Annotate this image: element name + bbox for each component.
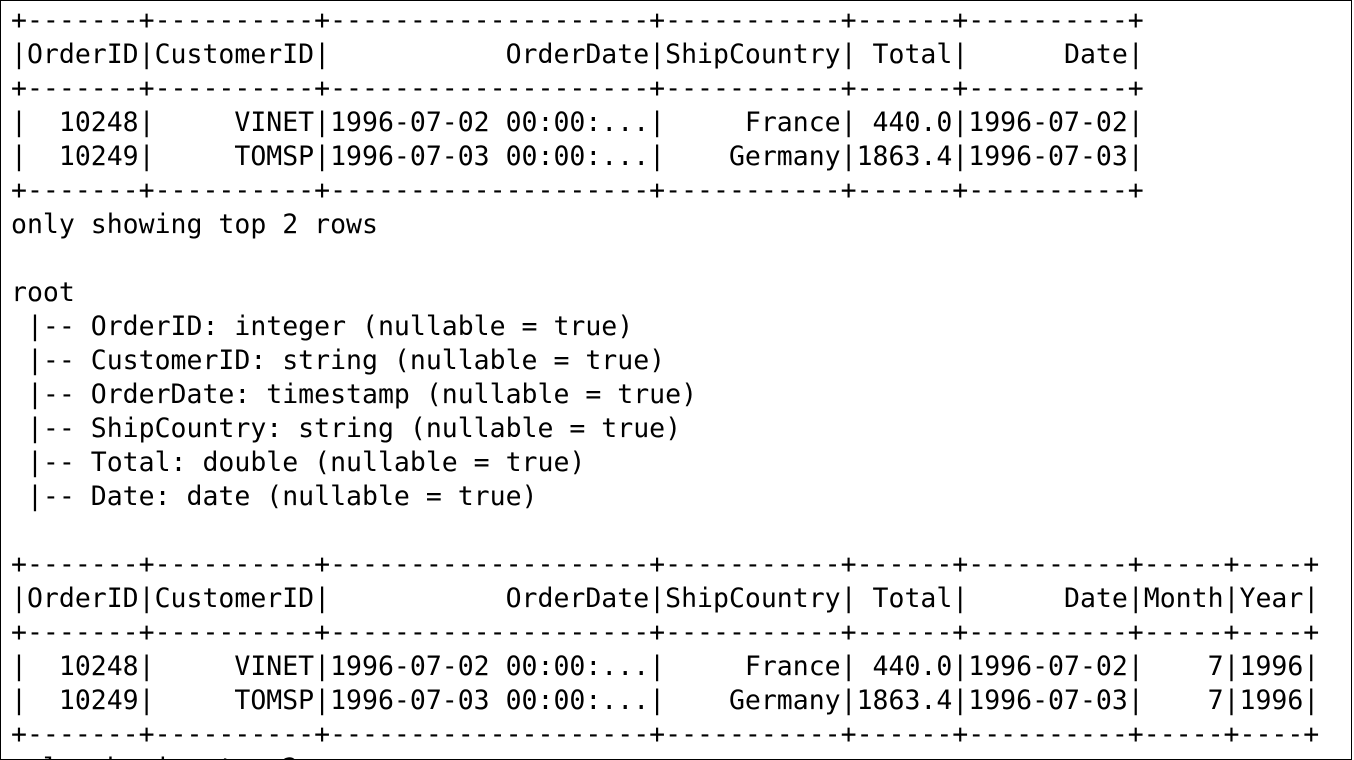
table2-top-border: +-------+----------+--------------------…: [11, 549, 1320, 580]
schema-field: |-- OrderID: integer (nullable = true): [11, 311, 634, 342]
schema-field: |-- Total: double (nullable = true): [11, 447, 586, 478]
table1-bottom-border: +-------+----------+--------------------…: [11, 175, 1144, 206]
table2-header-row: |OrderID|CustomerID| OrderDate|ShipCount…: [11, 583, 1320, 614]
table2-bottom-border: +-------+----------+--------------------…: [11, 719, 1320, 750]
terminal-window: +-------+----------+--------------------…: [0, 0, 1352, 760]
console-output[interactable]: +-------+----------+--------------------…: [11, 4, 1320, 759]
table1-row-count-note: only showing top 2 rows: [11, 209, 378, 240]
table1-header-row: |OrderID|CustomerID| OrderDate|ShipCount…: [11, 39, 1144, 70]
schema-field: |-- ShipCountry: string (nullable = true…: [11, 413, 682, 444]
table2-row-count-note: only showing top 2 rows: [11, 752, 1319, 759]
table2-row: | 10249| TOMSP|1996-07-03 00:00:...| Ger…: [11, 685, 1320, 716]
table1-row: | 10249| TOMSP|1996-07-03 00:00:...| Ger…: [11, 141, 1144, 172]
schema-field: |-- CustomerID: string (nullable = true): [11, 345, 666, 376]
table1-row: | 10248| VINET|1996-07-02 00:00:...| Fra…: [11, 107, 1144, 138]
table1-header-separator: +-------+----------+--------------------…: [11, 73, 1144, 104]
schema-field: |-- OrderDate: timestamp (nullable = tru…: [11, 379, 698, 410]
schema-root: root: [11, 277, 75, 308]
schema-field: |-- Date: date (nullable = true): [11, 481, 538, 512]
table2-header-separator: +-------+----------+--------------------…: [11, 617, 1320, 648]
table1-top-border: +-------+----------+--------------------…: [11, 5, 1144, 36]
table2-row: | 10248| VINET|1996-07-02 00:00:...| Fra…: [11, 651, 1320, 682]
